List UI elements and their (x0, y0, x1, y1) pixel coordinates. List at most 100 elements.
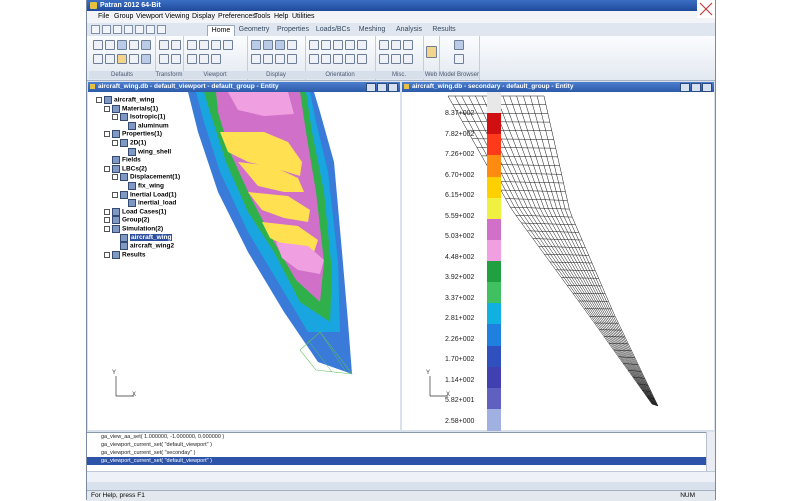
menu-help[interactable]: Help (273, 12, 289, 22)
tree-node[interactable]: 2D(1) (96, 139, 180, 148)
distance-icon[interactable] (403, 40, 413, 50)
bottom-view-icon[interactable] (345, 40, 355, 50)
history-window[interactable]: ga_view_aa_set( 1.000000, -1.000000, 0.0… (87, 432, 715, 471)
tree-node[interactable]: Properties(1) (96, 130, 180, 139)
tree-node[interactable]: inertial_load (96, 199, 180, 208)
viewport-delete-icon[interactable] (211, 54, 221, 64)
expand-icon[interactable] (104, 252, 110, 258)
tab-meshing[interactable]: Meshing (355, 25, 389, 35)
menu-group[interactable]: Group (113, 12, 134, 22)
close-icon[interactable] (388, 83, 398, 92)
collapse-icon[interactable] (104, 106, 110, 112)
minimize-icon[interactable] (680, 83, 690, 92)
tree-node[interactable]: Fields (96, 156, 180, 165)
graphics-icon[interactable] (141, 54, 151, 64)
undo-icon[interactable] (124, 25, 133, 34)
display-props-icon[interactable] (287, 40, 297, 50)
shaded-icon[interactable] (275, 40, 285, 50)
collapse-icon[interactable] (112, 174, 118, 180)
expand-icon[interactable] (104, 209, 110, 215)
tolerance-icon[interactable] (403, 54, 413, 64)
collapse-icon[interactable] (112, 192, 118, 198)
tree-node[interactable]: Materials(1) (96, 105, 180, 114)
print-icon[interactable] (146, 25, 155, 34)
pan-icon[interactable] (171, 40, 181, 50)
wireframe-icon[interactable] (251, 40, 261, 50)
paint-icon[interactable] (117, 54, 127, 64)
right-view-icon[interactable] (321, 54, 331, 64)
model-tools-icon[interactable] (454, 54, 464, 64)
tree-node[interactable]: Results (96, 251, 180, 260)
maximize-icon[interactable] (377, 83, 387, 92)
fit-icon[interactable] (171, 54, 181, 64)
viewport-create-icon[interactable] (187, 40, 197, 50)
tab-properties[interactable]: Properties (275, 25, 311, 35)
tab-loads-bcs[interactable]: Loads/BCs (315, 25, 351, 35)
tab-home[interactable]: Home (207, 25, 235, 36)
tree-node[interactable]: Simulation(2) (96, 225, 180, 234)
save-icon[interactable] (113, 25, 122, 34)
viewport-left[interactable]: aircraft_wingMaterials(1)Isotropic(1)alu… (88, 92, 400, 430)
iso2-view-icon[interactable] (333, 54, 343, 64)
reset-icon[interactable] (129, 54, 139, 64)
tree-node[interactable]: wing_shell (96, 148, 180, 157)
new-icon[interactable] (91, 25, 100, 34)
viewport-post-icon[interactable] (199, 54, 209, 64)
rear-view-icon[interactable] (321, 40, 331, 50)
tab-analysis[interactable]: Analysis (393, 25, 425, 35)
labels-icon[interactable] (251, 54, 261, 64)
highlight-icon[interactable] (287, 54, 297, 64)
collapse-icon[interactable] (96, 97, 102, 103)
tab-results[interactable]: Results (429, 25, 459, 35)
print-icon[interactable] (129, 40, 139, 50)
tree-node[interactable]: Load Cases(1) (96, 208, 180, 217)
viewport-zoom-icon[interactable] (211, 40, 221, 50)
menu-tools[interactable]: Tools (253, 12, 271, 22)
menu-viewing[interactable]: Viewing (164, 12, 190, 22)
identify-icon[interactable] (391, 40, 401, 50)
viewport-move-icon[interactable] (199, 40, 209, 50)
menu-viewport[interactable]: Viewport (135, 12, 164, 22)
hidden-line-icon[interactable] (263, 40, 273, 50)
collapse-icon[interactable] (112, 140, 118, 146)
elements-icon[interactable] (275, 54, 285, 64)
tree-node[interactable]: LBCs(2) (96, 165, 180, 174)
quick-access-dropdown-icon[interactable] (157, 25, 166, 34)
tree-node[interactable]: Isotropic(1) (96, 113, 180, 122)
left-view-icon[interactable] (309, 54, 319, 64)
viewport-arrange-icon[interactable] (187, 54, 197, 64)
rotate-icon[interactable] (159, 40, 169, 50)
tree-node[interactable]: aluminum (96, 122, 180, 131)
nodes-icon[interactable] (263, 54, 273, 64)
menu-preferences[interactable]: Preferences (217, 12, 257, 22)
tree-node[interactable]: Displacement(1) (96, 173, 180, 182)
front-view-icon[interactable] (309, 40, 319, 50)
close-icon[interactable] (702, 83, 712, 92)
collapse-icon[interactable] (104, 131, 110, 137)
open-icon[interactable] (105, 40, 115, 50)
file-icon[interactable] (93, 54, 103, 64)
tree-node[interactable]: aircraft_wing2 (96, 242, 180, 251)
tab-geometry[interactable]: Geometry (237, 25, 271, 35)
zoom-icon[interactable] (159, 54, 169, 64)
curvature-icon[interactable] (391, 54, 401, 64)
iso3-view-icon[interactable] (345, 54, 355, 64)
new-icon[interactable] (93, 40, 103, 50)
top-view-icon[interactable] (333, 40, 343, 50)
viewport-tile-icon[interactable] (223, 40, 233, 50)
tree-node[interactable]: fix_wing (96, 182, 180, 191)
maximize-icon[interactable] (691, 83, 701, 92)
model-tree[interactable]: aircraft_wingMaterials(1)Isotropic(1)alu… (96, 96, 180, 259)
command-line-input[interactable] (87, 471, 715, 482)
angle-icon[interactable] (379, 54, 389, 64)
web-home-icon[interactable] (426, 46, 437, 58)
menu-display[interactable]: Display (191, 12, 216, 22)
menu-utilities[interactable]: Utilities (291, 12, 316, 22)
measure-icon[interactable] (379, 40, 389, 50)
tree-node[interactable]: aircraft_wing (96, 96, 180, 105)
expand-icon[interactable] (104, 217, 110, 223)
tree-node[interactable]: Group(2) (96, 216, 180, 225)
refresh-icon[interactable] (105, 54, 115, 64)
minimize-icon[interactable] (366, 83, 376, 92)
save-icon[interactable] (117, 40, 127, 50)
